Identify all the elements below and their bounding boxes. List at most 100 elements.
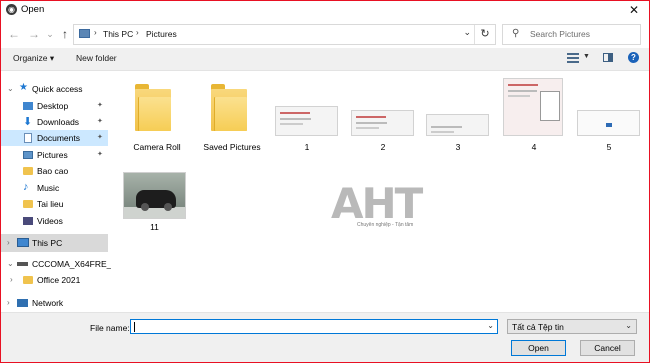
collapse-chevron-icon[interactable]: ⌄: [7, 84, 14, 93]
breadcrumb-pictures[interactable]: Pictures: [146, 29, 177, 39]
text-caret: [134, 322, 135, 332]
navigation-pane: ⌄ ★ Quick access Desktop ✦ ⬇ Downloads ✦…: [1, 72, 123, 312]
sidebar-item-label: Music: [37, 183, 60, 193]
image-thumbnail: [351, 110, 414, 136]
folder-icon: [23, 200, 33, 208]
item-label: 11: [150, 222, 159, 232]
forward-button[interactable]: →: [26, 25, 42, 43]
view-options-dropdown-icon[interactable]: ▼: [583, 53, 590, 60]
folder-icon: [23, 276, 33, 284]
sidebar-item-pictures[interactable]: Pictures ✦: [1, 147, 108, 163]
file-type-filter[interactable]: Tất cả Tệp tin ⌄: [507, 319, 637, 334]
item-label: 5: [606, 142, 612, 152]
item-label: 3: [455, 142, 461, 152]
expand-chevron-icon[interactable]: ›: [7, 298, 10, 307]
image-file-1[interactable]: 1: [273, 78, 341, 158]
watermark-tagline: Chuyên nghiệp - Tận tâm: [357, 222, 414, 228]
music-icon: ♪: [23, 181, 29, 193]
image-file-11[interactable]: 11: [123, 172, 191, 236]
sidebar-item-label: Documents: [37, 133, 80, 143]
image-thumbnail: [503, 78, 563, 136]
item-label: 1: [304, 142, 310, 152]
close-button[interactable]: ✕: [619, 1, 649, 19]
sidebar-item-label: Videos: [37, 216, 63, 226]
network-icon: [17, 299, 28, 307]
folder-saved-pictures[interactable]: Saved Pictures: [195, 78, 269, 158]
videos-icon: [23, 217, 33, 225]
pin-icon: ✦: [97, 151, 103, 158]
star-icon: ★: [19, 82, 28, 93]
organize-button[interactable]: Organize ▾: [13, 53, 54, 64]
sidebar-item-downloads[interactable]: ⬇ Downloads ✦: [1, 114, 108, 130]
help-button[interactable]: ?: [628, 52, 639, 63]
search-box[interactable]: ⚲ Search Pictures: [502, 24, 641, 45]
item-label: Saved Pictures: [203, 142, 261, 152]
preview-pane-icon[interactable]: [603, 53, 613, 62]
sidebar-item-label: Downloads: [37, 117, 80, 127]
image-file-4[interactable]: 4: [500, 78, 568, 158]
file-name-label: File name:: [90, 323, 130, 333]
expand-chevron-icon[interactable]: ›: [10, 275, 13, 284]
sidebar-item-network[interactable]: › Network: [1, 295, 108, 311]
dialog-footer: File name: ⌄ Tất cả Tệp tin ⌄ Open Cance…: [1, 312, 649, 362]
address-bar[interactable]: › This PC › Pictures ⌄ ↻: [73, 24, 496, 45]
image-file-2[interactable]: 2: [349, 78, 417, 158]
folder-camera-roll[interactable]: Camera Roll: [123, 78, 191, 158]
image-file-3[interactable]: 3: [424, 78, 492, 158]
sidebar-item-videos[interactable]: Videos: [1, 213, 108, 229]
app-icon: ◉: [6, 4, 17, 15]
new-folder-button[interactable]: New folder: [76, 53, 117, 63]
item-label: 2: [380, 142, 386, 152]
computer-icon: [17, 238, 29, 247]
up-button[interactable]: ↑: [57, 25, 73, 43]
sidebar-item-bao-cao[interactable]: Bao cao: [1, 163, 108, 179]
back-button[interactable]: ←: [6, 25, 22, 43]
address-dropdown-icon[interactable]: ⌄: [463, 27, 471, 38]
pin-icon: ✦: [97, 102, 103, 109]
breadcrumb-separator-icon[interactable]: ›: [94, 28, 97, 37]
change-view-icon[interactable]: [567, 53, 579, 63]
sidebar-item-label: Network: [32, 298, 64, 308]
sidebar-item-music[interactable]: ♪ Music: [1, 180, 108, 196]
search-placeholder: Search Pictures: [530, 29, 590, 39]
folder-icon: [23, 167, 33, 175]
computer-icon: [79, 29, 90, 38]
open-button[interactable]: Open: [511, 340, 566, 356]
breadcrumb-separator-icon[interactable]: ›: [136, 28, 139, 37]
sidebar-item-office-2021[interactable]: › Office 2021: [1, 272, 108, 288]
sidebar-item-label: Bao cao: [37, 166, 69, 176]
documents-icon: [24, 133, 32, 143]
sidebar-item-documents[interactable]: Documents ✦: [1, 130, 108, 146]
sidebar-item-label: Quick access: [32, 84, 83, 94]
file-type-filter-value: Tất cả Tệp tin: [512, 322, 564, 332]
cancel-button[interactable]: Cancel: [580, 340, 635, 356]
file-name-dropdown-icon[interactable]: ⌄: [487, 321, 494, 330]
command-bar: Organize ▾ New folder ▼ ?: [1, 48, 649, 71]
pin-icon: ✦: [97, 118, 103, 125]
navigation-bar: ← → ⌄ ↑ › This PC › Pictures ⌄ ↻ ⚲ Searc…: [1, 23, 649, 45]
item-label: 4: [531, 142, 537, 152]
open-dialog: ◉ Open ✕ ← → ⌄ ↑ › This PC › Pictures ⌄ …: [0, 0, 650, 363]
pictures-icon: [23, 151, 33, 159]
watermark-logo: AHT Chuyên nghiệp - Tận tâm: [331, 182, 441, 230]
sidebar-item-this-pc[interactable]: › This PC: [1, 234, 108, 252]
desktop-icon: [23, 102, 33, 110]
refresh-button[interactable]: ↻: [474, 25, 495, 44]
drive-icon: [17, 262, 28, 266]
sidebar-item-label: Office 2021: [37, 275, 81, 285]
image-thumbnail: [275, 106, 338, 136]
image-file-5[interactable]: 5: [575, 78, 643, 158]
item-label: Camera Roll: [133, 142, 181, 152]
sidebar-item-tai-lieu[interactable]: Tai lieu: [1, 196, 108, 212]
image-thumbnail: [426, 114, 489, 136]
expand-chevron-icon[interactable]: ›: [7, 238, 10, 247]
sidebar-item-cccoma-x64fre-en[interactable]: ⌄ CCCOMA_X64FRE_EN: [1, 256, 123, 272]
title-bar: ◉ Open ✕: [1, 1, 649, 19]
breadcrumb-this-pc[interactable]: This PC: [103, 29, 133, 39]
recent-locations-button[interactable]: ⌄: [42, 25, 58, 43]
image-thumbnail: [577, 110, 640, 136]
sidebar-item-desktop[interactable]: Desktop ✦: [1, 98, 108, 114]
file-name-input[interactable]: ⌄: [130, 319, 498, 334]
sidebar-item-quick-access[interactable]: ⌄ ★ Quick access: [1, 81, 108, 97]
expand-chevron-icon[interactable]: ⌄: [7, 259, 14, 268]
